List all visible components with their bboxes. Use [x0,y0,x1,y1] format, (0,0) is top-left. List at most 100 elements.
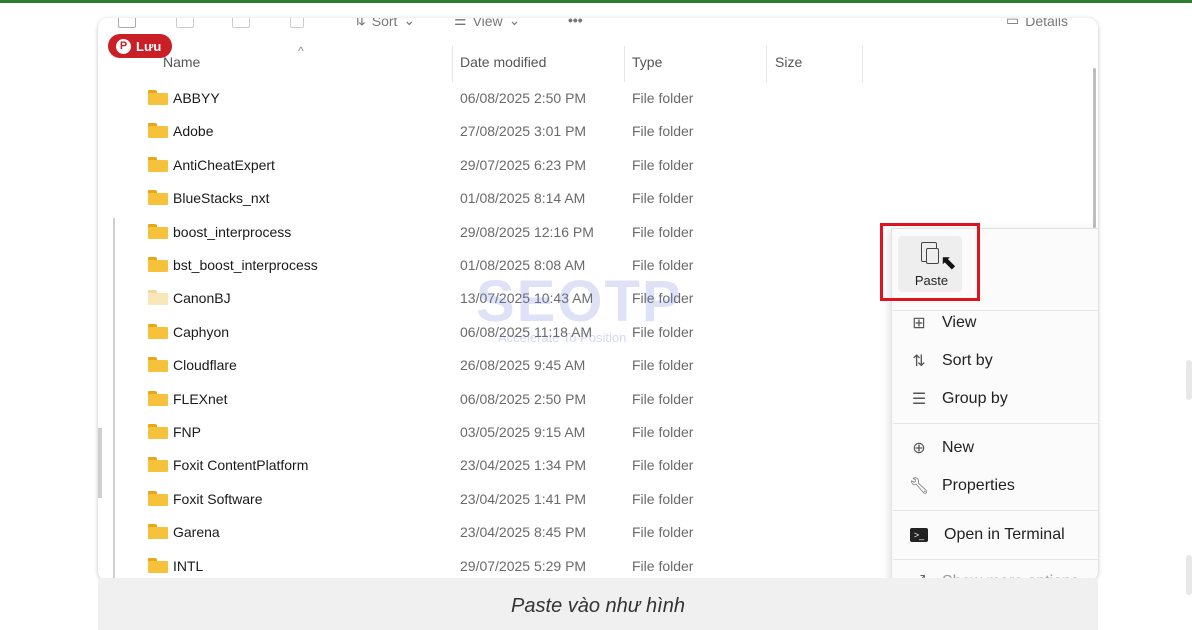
file-type: File folder [632,223,694,240]
file-type: File folder [632,490,694,507]
menu-item-new[interactable]: ⊕ New [908,436,974,460]
file-date: 03/05/2025 9:15 AM [460,424,586,440]
plus-circle-icon: ⊕ [912,440,926,457]
menu-item-label: Group by [942,390,1008,407]
file-date: 27/08/2025 3:01 PM [460,123,587,140]
column-divider[interactable] [862,46,863,82]
file-row[interactable]: Adobe 27/08/2025 3:01 PM File folder [98,115,1098,148]
column-date[interactable]: Date modified [460,54,546,70]
column-divider[interactable] [624,46,625,82]
folder-icon [148,524,168,540]
file-name: Foxit Software [173,490,263,507]
watermark-tagline: Accelerate To Position [498,330,627,345]
chevron-down-icon: ⌄ [508,18,521,28]
wrench-icon: 🔧︎ [908,478,930,495]
top-accent-bar [0,0,1192,3]
image-caption: Paste vào như hình [511,595,685,617]
file-date: 29/08/2025 12:16 PM [460,223,594,240]
sort-label: Sort [371,18,398,29]
cut-icon[interactable] [176,18,194,28]
sort-icon: ⇅ [912,353,926,370]
folder-icon [148,323,168,339]
column-name[interactable]: Name [163,54,200,70]
file-row[interactable]: ABBYY 06/08/2025 2:50 PM File folder [98,82,1098,115]
folder-icon [148,557,168,573]
folder-icon [148,457,168,473]
column-divider[interactable] [766,46,767,82]
pinterest-save-button[interactable]: P Lưu [108,34,172,58]
file-type: File folder [632,557,694,574]
file-name: INTL [173,557,204,574]
file-name: Garena [173,524,220,541]
file-row[interactable]: AntiCheatExpert 29/07/2025 6:23 PM File fo… [98,149,1098,182]
menu-divider [893,423,1098,424]
folder-icon [148,490,168,506]
file-name: Caphyon [173,323,230,340]
file-type: File folder [632,424,694,440]
file-date: 23/04/2025 1:34 PM [460,457,587,474]
file-type: File folder [632,156,694,173]
file-name: bst_boost_interprocess [173,257,318,273]
file-date: 23/04/2025 1:41 PM [460,490,587,507]
file-date: 29/07/2025 6:23 PM [460,156,587,173]
file-name: Adobe [173,123,214,140]
pinterest-icon: P [116,38,131,54]
file-date: 23/04/2025 8:45 PM [460,524,587,541]
menu-item-label: New [942,439,975,456]
file-name: Cloudflare [173,357,237,374]
file-date: 26/08/2025 9:45 AM [460,357,586,374]
folder-icon [148,424,168,439]
file-type: File folder [632,90,694,106]
menu-item-label: View [942,314,977,331]
file-name: BlueStacks_nxt [173,190,270,207]
folder-icon [148,257,168,272]
sort-icon: ⇅ [354,18,366,28]
save-label: Lưu [136,38,162,54]
column-divider[interactable] [452,46,453,82]
grid-icon: ⊞ [912,315,926,332]
terminal-icon: >_ [910,528,928,542]
menu-item-view[interactable]: ⊞ View [908,311,976,335]
toolbar: ⇅ Sort ⌄ ☰ View ⌄ ••• ▭ Details [98,18,1098,46]
file-date: 01/08/2025 8:14 AM [460,190,586,207]
copy-icon[interactable] [232,18,250,28]
menu-item-sort-by[interactable]: ⇅ Sort by [908,349,993,373]
column-size[interactable]: Size [775,54,802,70]
folder-icon [148,223,168,239]
view-label: View [472,18,503,29]
details-button[interactable]: ▭ Details [1006,18,1068,29]
view-button[interactable]: ☰ View ⌄ [454,18,520,29]
vertical-scrollbar[interactable] [1093,68,1096,228]
new-icon[interactable] [118,18,136,28]
sort-button[interactable]: ⇅ Sort ⌄ [354,18,415,29]
folder-icon [148,390,168,406]
file-type: File folder [632,190,694,207]
view-icon: ☰ [454,18,467,28]
details-pane-icon: ▭ [1006,18,1020,28]
highlight-box [880,223,980,301]
file-type: File folder [632,457,694,474]
menu-item-group-by[interactable]: ☰ Group by [908,387,1008,411]
menu-item-label: Sort by [942,352,993,369]
file-name: CanonBJ [173,290,231,307]
folder-icon [148,123,168,139]
column-header: ^ Name Date modified Type Size [98,44,1098,82]
menu-item-open-terminal[interactable]: >_ Open in Terminal [908,523,1065,547]
delete-icon[interactable] [290,18,304,28]
file-name: AntiCheatExpert [173,156,275,173]
file-row[interactable]: BlueStacks_nxt 01/08/2025 8:14 AM File fol… [98,182,1098,215]
folder-icon [148,90,168,105]
sort-ascending-icon: ^ [298,44,304,58]
menu-item-properties[interactable]: 🔧︎ Properties [908,474,1015,498]
file-name: FLEXnet [173,390,228,407]
column-type[interactable]: Type [632,54,662,70]
chevron-down-icon: ⌄ [403,18,416,28]
details-label: Details [1025,18,1069,29]
file-date: 29/07/2025 5:29 PM [460,557,587,574]
explorer-screenshot: ⇅ Sort ⌄ ☰ View ⌄ ••• ▭ Details ^ Name D… [98,18,1098,581]
file-date: 06/08/2025 2:50 PM [460,90,587,106]
more-button[interactable]: ••• [568,18,583,28]
page-edge-decoration [1186,360,1192,400]
menu-divider [893,559,1098,560]
file-name: Foxit ContentPlatform [173,457,309,474]
